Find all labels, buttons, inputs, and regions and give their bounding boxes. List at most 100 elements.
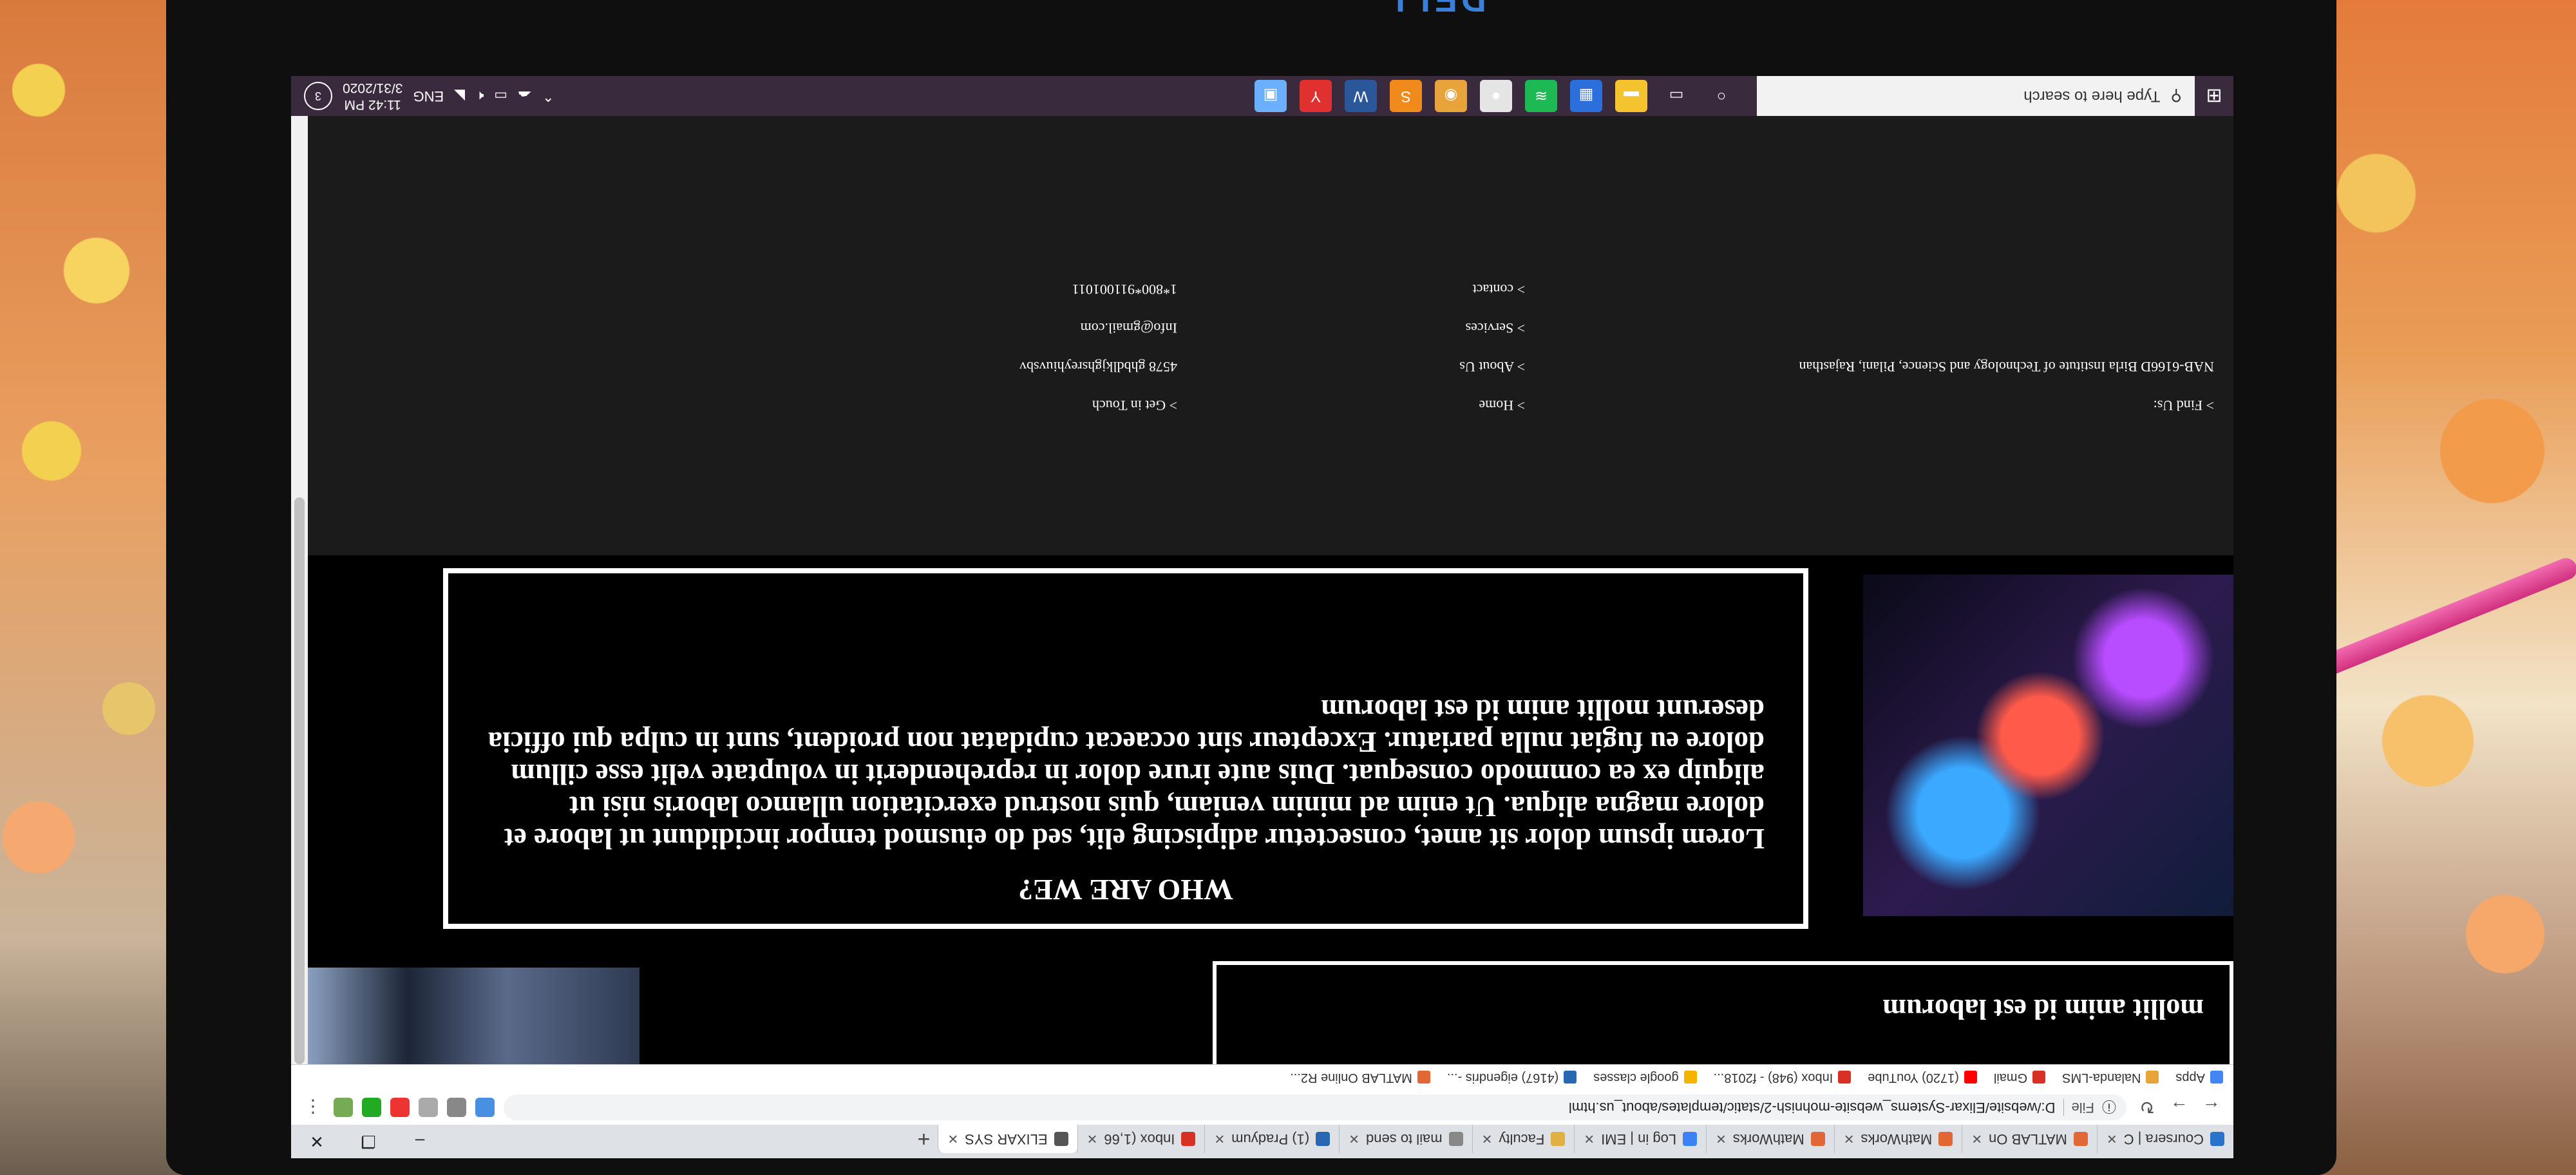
- bookmark-item[interactable]: MATLAB Online R2...: [1290, 1070, 1430, 1085]
- scrollbar-thumb[interactable]: [294, 497, 305, 1064]
- about-section: WHO ARE WE? Lorem ipsum dolor sit amet, …: [308, 568, 2233, 929]
- tab-favicon-icon: [1938, 1132, 1953, 1146]
- app-icon-2[interactable]: ▣: [1255, 80, 1287, 112]
- contact-email: Info@gmail.com: [1080, 320, 1177, 336]
- footer-link-about[interactable]: > About Us: [1459, 358, 1525, 375]
- tab-label: mail to send: [1366, 1131, 1443, 1147]
- browser-tab[interactable]: (1) Pradyum ✕: [1204, 1125, 1340, 1153]
- forward-icon[interactable]: →: [2168, 1096, 2191, 1119]
- browser-tab[interactable]: ELIXAR SYS ✕: [938, 1125, 1077, 1153]
- tab-close-icon[interactable]: ✕: [1716, 1131, 1727, 1147]
- volume-icon[interactable]: 🔈︎: [475, 88, 484, 104]
- browser-tab[interactable]: Inbox (1,66 ✕: [1077, 1125, 1205, 1153]
- dell-logo: DELL: [1364, 0, 1486, 19]
- url-scheme: File: [2063, 1099, 2094, 1116]
- browser-tab[interactable]: Coursera | C ✕: [2096, 1125, 2233, 1153]
- contact-phone: 1*800*911001011: [1072, 282, 1177, 298]
- tab-close-icon[interactable]: ✕: [1971, 1131, 1982, 1147]
- tab-close-icon[interactable]: ✕: [1087, 1131, 1098, 1147]
- spotify-icon[interactable]: ≋: [1525, 80, 1557, 112]
- extension-icon-2[interactable]: [419, 1098, 438, 1117]
- menu-icon[interactable]: ⋮: [301, 1096, 325, 1119]
- browser-tab[interactable]: Faculty ✕: [1472, 1125, 1575, 1153]
- sublime-icon[interactable]: S: [1390, 80, 1422, 112]
- tab-favicon-icon: [1316, 1132, 1331, 1146]
- browser-tab[interactable]: MATLAB On ✕: [1962, 1125, 2097, 1153]
- windows-start-icon[interactable]: ⊞: [2195, 76, 2233, 116]
- info-icon[interactable]: ⓘ: [2102, 1097, 2116, 1118]
- star-icon[interactable]: [447, 1098, 466, 1117]
- footer-link-home[interactable]: > Home: [1459, 397, 1525, 414]
- chevron-up-icon[interactable]: ⌃: [542, 88, 554, 104]
- bookmark-item[interactable]: google classes: [1593, 1070, 1697, 1085]
- about-text: Lorem ipsum dolor sit amet, consectetur …: [488, 694, 1765, 855]
- taskbar-search[interactable]: ⚲ Type here to search: [1757, 76, 2195, 116]
- bookmark-item[interactable]: (1720) YouTube: [1868, 1070, 1977, 1085]
- minimize-icon[interactable]: –: [394, 1125, 446, 1158]
- footer-link-contact[interactable]: > contact: [1459, 281, 1525, 298]
- tab-label: MathWorks: [1732, 1131, 1804, 1147]
- time: 11:42 PM: [344, 97, 401, 112]
- tab-close-icon[interactable]: ✕: [1214, 1131, 1225, 1147]
- profile-icon[interactable]: [334, 1098, 353, 1117]
- extension-icon-4[interactable]: [362, 1098, 381, 1117]
- wifi-icon[interactable]: ◣: [454, 88, 465, 104]
- tab-favicon-icon: [1448, 1132, 1463, 1146]
- tab-close-icon[interactable]: ✕: [947, 1131, 958, 1147]
- browser-tab[interactable]: MathWorks ✕: [1706, 1125, 1834, 1153]
- browser-tab[interactable]: Log in | EMI ✕: [1574, 1125, 1707, 1153]
- previous-section: mollit anim id est laborum: [308, 961, 2233, 1064]
- tab-close-icon[interactable]: ✕: [1584, 1131, 1595, 1147]
- bookmark-item[interactable]: Apps: [2175, 1070, 2223, 1085]
- bookmark-item[interactable]: Gmail: [1994, 1070, 2046, 1085]
- restore-icon[interactable]: ❐: [343, 1125, 394, 1158]
- battery-icon[interactable]: ▭: [494, 88, 507, 104]
- extension-icon[interactable]: [475, 1098, 495, 1117]
- bookmark-item[interactable]: Nalanda-LMS: [2062, 1070, 2159, 1085]
- chrome-icon[interactable]: ◉: [1435, 80, 1467, 112]
- yandex-icon[interactable]: Y: [1300, 80, 1332, 112]
- extension-icon-3[interactable]: [390, 1098, 410, 1117]
- file-explorer-icon[interactable]: ▬: [1615, 80, 1647, 112]
- bookmark-item[interactable]: Inbox (948) - f2018...: [1714, 1070, 1852, 1085]
- tab-favicon-icon: [2073, 1132, 2088, 1146]
- page-scrollbar[interactable]: [291, 116, 308, 1064]
- back-icon[interactable]: ←: [2200, 1096, 2223, 1119]
- previous-text: mollit anim id est laborum: [1882, 993, 2204, 1025]
- about-title: WHO ARE WE?: [1018, 874, 1233, 906]
- cortana-icon[interactable]: ○: [1705, 80, 1738, 112]
- task-view-icon[interactable]: ▭: [1660, 80, 1692, 112]
- clock[interactable]: 11:42 PM 3/31/2020: [343, 79, 402, 113]
- about-image: [1863, 575, 2233, 916]
- notification-icon[interactable]: 3: [304, 82, 332, 110]
- reload-icon[interactable]: ↻: [2136, 1096, 2159, 1119]
- store-icon[interactable]: ▦: [1570, 80, 1602, 112]
- word-icon[interactable]: W: [1345, 80, 1377, 112]
- tab-close-icon[interactable]: ✕: [1844, 1131, 1855, 1147]
- tab-favicon-icon: [1551, 1132, 1566, 1146]
- bookmark-label: Nalanda-LMS: [2062, 1071, 2141, 1085]
- contact-address: 4578 ghbdlkjghsreyhiuvsbv: [1019, 359, 1177, 375]
- new-tab-button[interactable]: +: [909, 1125, 938, 1153]
- about-box: WHO ARE WE? Lorem ipsum dolor sit amet, …: [443, 568, 1808, 929]
- bookmark-label: MATLAB Online R2...: [1290, 1071, 1412, 1085]
- get-in-touch-label: > Get in Touch: [1092, 397, 1177, 414]
- browser-tab[interactable]: mail to send ✕: [1339, 1125, 1472, 1153]
- fabric-left: [0, 0, 193, 1175]
- taskbar-apps: ○ ▭ ▬ ▦ ≋ ● ◉ S W Y ▣: [1255, 80, 1757, 112]
- onedrive-icon[interactable]: ☁: [518, 88, 532, 104]
- app-icon[interactable]: ●: [1480, 80, 1512, 112]
- footer-links: > Home > About Us > Services > contact: [1459, 259, 1525, 414]
- tab-close-icon[interactable]: ✕: [2107, 1131, 2117, 1147]
- bookmark-item[interactable]: (4167) eigendris -...: [1447, 1070, 1577, 1085]
- browser-tab[interactable]: MathWorks ✕: [1833, 1125, 1962, 1153]
- url-field[interactable]: ⓘ File D:/website/Elixar-Systems_website…: [504, 1094, 2126, 1120]
- close-icon[interactable]: ✕: [291, 1125, 343, 1158]
- tab-close-icon[interactable]: ✕: [1349, 1131, 1359, 1147]
- tab-label: ELIXAR SYS: [965, 1131, 1048, 1147]
- footer-link-services[interactable]: > Services: [1459, 320, 1525, 336]
- footer-find-us: > Find Us: NAB-6166D Birla Institute of …: [1799, 336, 2215, 414]
- bookmark-label: Apps: [2175, 1071, 2205, 1085]
- language-indicator[interactable]: ENG: [413, 88, 444, 104]
- tab-close-icon[interactable]: ✕: [1482, 1131, 1493, 1147]
